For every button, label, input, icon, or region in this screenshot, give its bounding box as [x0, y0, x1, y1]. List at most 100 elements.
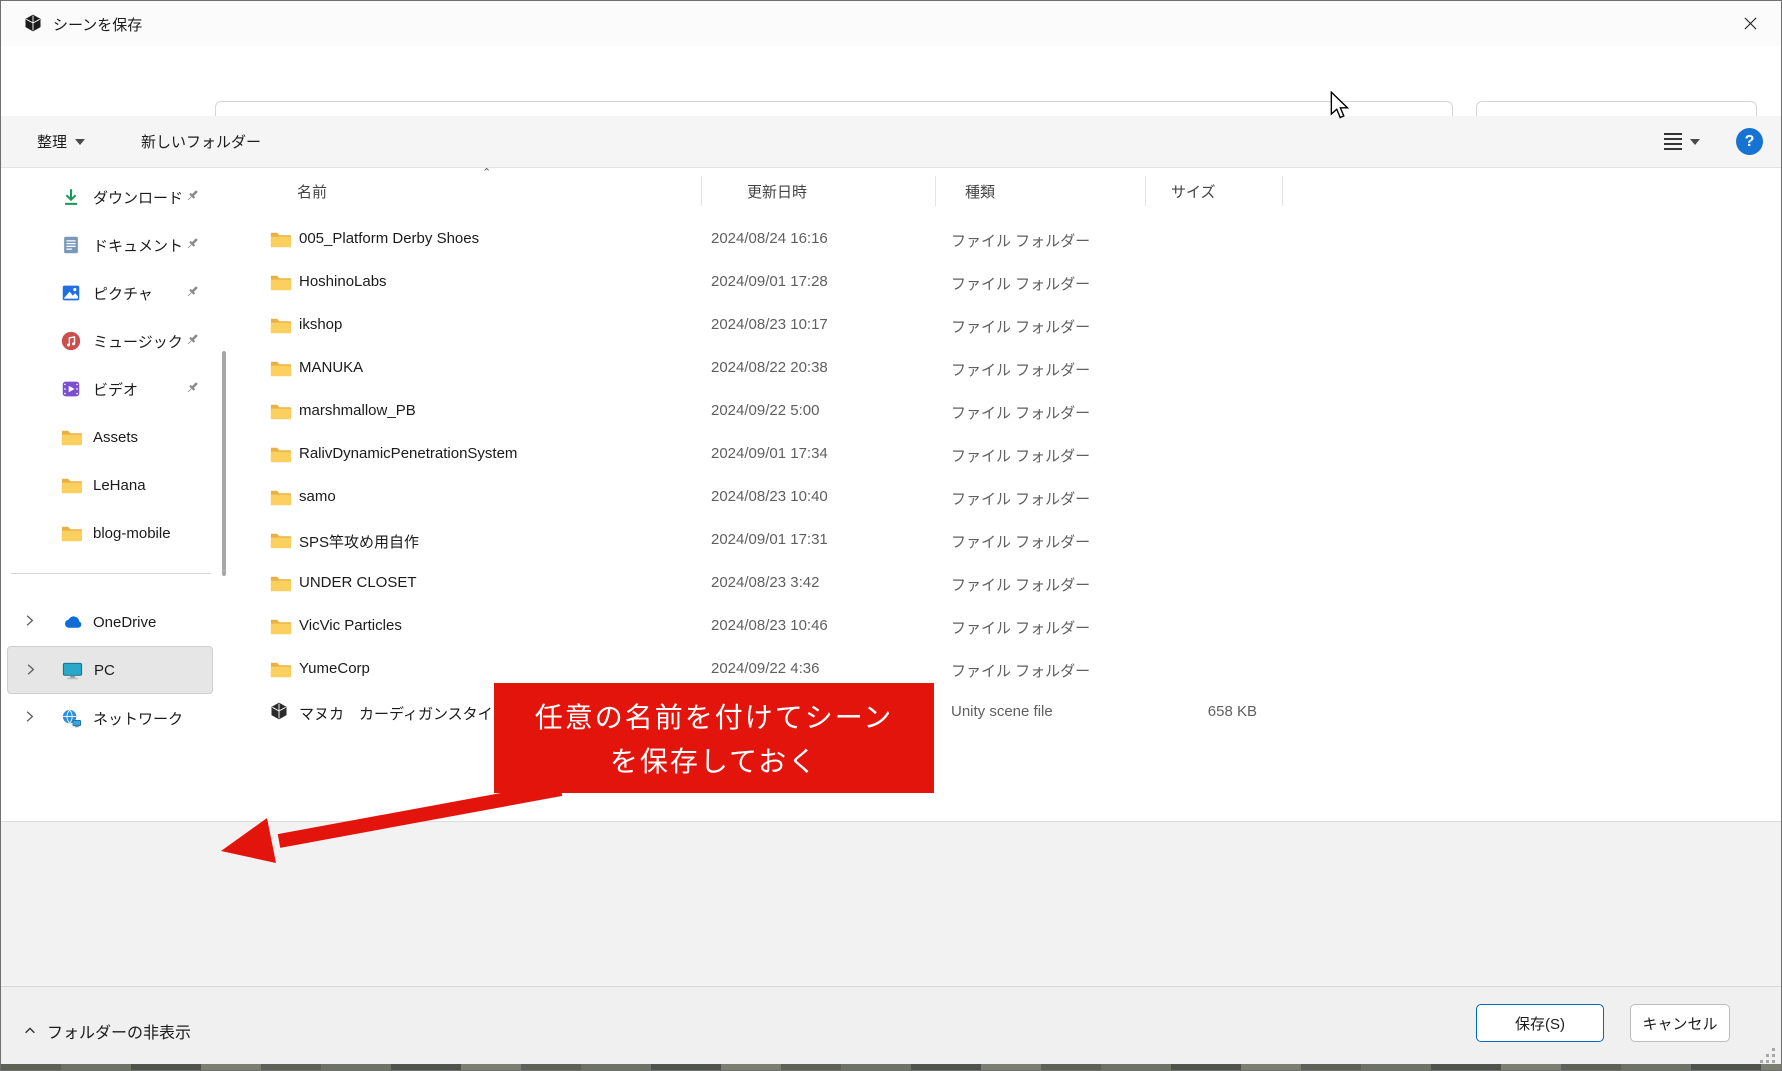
sidebar-item-videos[interactable]: ビデオ: [7, 365, 213, 413]
file-row[interactable]: UNDER CLOSET 2024/08/23 3:42 ファイル フォルダー: [226, 563, 1781, 606]
file-date-cell: 2024/09/01 17:28: [711, 273, 828, 290]
window-title: シーンを保存: [53, 17, 143, 34]
file-row[interactable]: VicVic Particles 2024/08/23 10:46 ファイル フ…: [226, 606, 1781, 649]
file-row[interactable]: MANUKA 2024/08/22 20:38 ファイル フォルダー: [226, 348, 1781, 391]
list-header: ⌃ 名前 更新日時 種類 サイズ: [226, 167, 1781, 206]
file-date-cell: 2024/09/22 4:36: [711, 660, 820, 677]
pin-icon: [187, 382, 198, 393]
file-type-cell: Unity scene file: [951, 703, 1053, 720]
folder-icon: [61, 478, 82, 493]
file-row[interactable]: マヌカ カーディガンスタイル. Unity scene file 658 KB: [226, 692, 1781, 735]
file-name-cell: SPS竿攻め用自作: [299, 534, 420, 551]
file-name-cell: VicVic Particles: [299, 617, 402, 634]
sidebar-item-network[interactable]: ネットワーク: [7, 694, 213, 742]
help-button[interactable]: ?: [1736, 128, 1763, 155]
folder-icon: [269, 572, 293, 596]
file-name-cell: YumeCorp: [299, 660, 370, 677]
file-type-cell: ファイル フォルダー: [951, 663, 1091, 680]
folder-icon: [270, 533, 292, 549]
sort-ascending-icon: ⌃: [482, 167, 492, 179]
save-form: ファイル名(N): ファイルの種類(T): unity (*.unity): [1, 821, 1781, 986]
file-name-cell: ikshop: [299, 316, 343, 333]
view-options-button[interactable]: [1654, 127, 1710, 156]
download-icon: [65, 189, 77, 205]
sidebar-item-assets[interactable]: Assets: [7, 413, 213, 461]
organize-button[interactable]: 整理: [27, 125, 95, 158]
file-list: ⌃ 名前 更新日時 種類 サイズ 005_Platform Derby Shoe…: [226, 167, 1781, 821]
column-header-name[interactable]: 名前: [297, 181, 327, 202]
folder-icon: [270, 232, 292, 248]
onedrive-icon: [64, 615, 81, 628]
folder-icon: [269, 357, 293, 381]
pin-icon: [183, 378, 203, 398]
file-date-cell: 2024/08/22 20:38: [711, 359, 828, 376]
file-row[interactable]: SPS竿攻め用自作 2024/09/01 17:31 ファイル フォルダー: [226, 520, 1781, 563]
file-row[interactable]: RalivDynamicPenetrationSystem 2024/09/01…: [226, 434, 1781, 477]
folder-icon: [269, 658, 293, 682]
folder-icon: [269, 400, 293, 424]
hide-folders-label: フォルダーの非表示: [47, 1025, 192, 1042]
sidebar-item-documents[interactable]: ドキュメント: [7, 221, 213, 269]
file-type-cell: ファイル フォルダー: [951, 448, 1091, 465]
annotation-callout: 任意の名前を付けてシーン を保存しておく: [494, 683, 934, 793]
sidebar-item-pictures[interactable]: ピクチャ: [7, 269, 213, 317]
folder-icon: [270, 447, 292, 463]
folder-icon: [270, 576, 292, 592]
sidebar-quick: ダウンロード ドキュメント ピクチャ ミュージック ビデオ Assets LeH…: [1, 173, 219, 557]
expander-chevron-icon[interactable]: [22, 661, 40, 679]
file-row[interactable]: 005_Platform Derby Shoes 2024/08/24 16:1…: [226, 219, 1781, 262]
file-date-cell: 2024/09/01 17:31: [711, 531, 828, 548]
file-type-cell: ファイル フォルダー: [951, 577, 1091, 594]
file-type-cell: ファイル フォルダー: [951, 233, 1091, 250]
sidebar-item-pc[interactable]: PC: [7, 646, 213, 694]
new-folder-button[interactable]: 新しいフォルダー: [131, 125, 271, 158]
pin-icon: [187, 334, 198, 345]
chevron-right-icon: [27, 664, 35, 675]
folder-icon: [270, 318, 292, 334]
caret-down-icon: [1690, 138, 1700, 145]
save-button[interactable]: 保存(S): [1476, 1004, 1604, 1042]
file-row[interactable]: marshmallow_PB 2024/09/22 5:00 ファイル フォルダ…: [226, 391, 1781, 434]
command-toolbar: 整理 新しいフォルダー ?: [1, 116, 1781, 168]
unity-scene-icon: [271, 702, 287, 720]
file-row[interactable]: HoshinoLabs 2024/09/01 17:28 ファイル フォルダー: [226, 262, 1781, 305]
column-header-size[interactable]: サイズ: [1171, 181, 1216, 202]
column-header-date[interactable]: 更新日時: [747, 181, 807, 202]
sidebar-item-music[interactable]: ミュージック: [7, 317, 213, 365]
file-name-cell: マヌカ カーディガンスタイル.: [299, 706, 512, 723]
column-header-type[interactable]: 種類: [965, 181, 995, 202]
pictures-icon: [62, 285, 80, 301]
expander-chevron-icon[interactable]: [21, 612, 39, 630]
sidebar-item-onedrive[interactable]: OneDrive: [7, 598, 213, 646]
sidebar-separator: [11, 573, 211, 574]
file-name-cell: marshmallow_PB: [299, 402, 416, 419]
hide-folders-button[interactable]: フォルダーの非表示: [23, 1019, 191, 1043]
expander-chevron-icon[interactable]: [21, 708, 39, 726]
file-row[interactable]: samo 2024/08/23 10:40 ファイル フォルダー: [226, 477, 1781, 520]
file-type-cell: ファイル フォルダー: [951, 491, 1091, 508]
file-row[interactable]: ikshop 2024/08/23 10:17 ファイル フォルダー: [226, 305, 1781, 348]
network-icon: [62, 709, 81, 727]
folder-icon: [270, 619, 292, 635]
cancel-button[interactable]: キャンセル: [1630, 1004, 1730, 1042]
file-date-cell: 2024/09/01 17:34: [711, 445, 828, 462]
file-row[interactable]: YumeCorp 2024/09/22 4:36 ファイル フォルダー: [226, 649, 1781, 692]
file-date-cell: 2024/08/23 3:42: [711, 574, 820, 591]
folder-icon: [270, 361, 292, 377]
file-name-cell: RalivDynamicPenetrationSystem: [299, 445, 518, 462]
sidebar-item-downloads[interactable]: ダウンロード: [7, 173, 213, 221]
folder-icon: [269, 615, 293, 639]
folder-icon: [269, 529, 293, 553]
pin-icon: [183, 234, 203, 254]
folder-icon: [269, 486, 293, 510]
caret-down-icon: [75, 138, 86, 145]
folder-icon: [61, 430, 82, 445]
sidebar-item-lehana[interactable]: LeHana: [7, 461, 213, 509]
sidebar: ダウンロード ドキュメント ピクチャ ミュージック ビデオ Assets LeH…: [1, 168, 219, 821]
close-button[interactable]: [1719, 1, 1781, 45]
annotation-line1: 任意の名前を付けてシーン: [534, 702, 894, 733]
pin-icon: [183, 282, 203, 302]
sidebar-item-blog-mobile[interactable]: blog-mobile: [7, 509, 213, 557]
resize-grip[interactable]: [1759, 1047, 1775, 1063]
file-type-cell: ファイル フォルダー: [951, 620, 1091, 637]
